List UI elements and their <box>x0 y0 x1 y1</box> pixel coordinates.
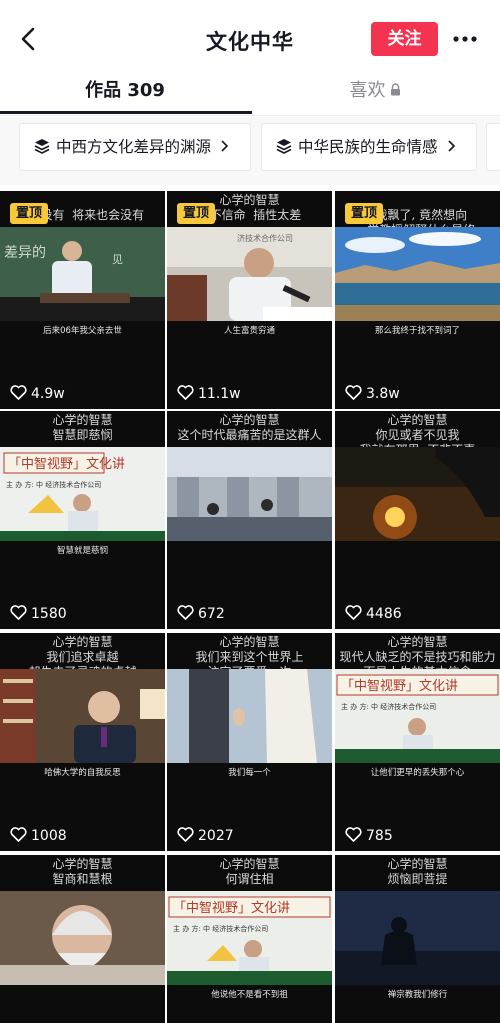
collection-chip[interactable]: 中华民族的生命情感 <box>261 123 477 171</box>
collections-bar: 中西方文化差异的渊源 中华民族的生命情感 <box>0 117 500 185</box>
layers-icon <box>276 139 292 154</box>
video-thumbnail[interactable]: 心学的智慧 这个时代最痛苦的是这群人 672 <box>167 411 332 629</box>
lecture-fan-scene: 「中智视野」文化讲 主 办 方: 中 经济技术合作公司 <box>0 447 165 541</box>
like-count: 1580 <box>10 605 67 622</box>
video-caption: 哈佛大学的自我反思 <box>44 768 121 778</box>
like-count: 2027 <box>177 827 234 844</box>
video-caption: 后来06年我父亲去世 <box>43 326 122 336</box>
heart-icon <box>10 605 27 620</box>
video-overlay-text: 心学的智慧 烦恼即菩提 <box>387 857 448 886</box>
heart-icon <box>177 827 194 842</box>
collection-label: 中华民族的生命情感 <box>298 138 438 156</box>
active-tab-indicator <box>0 111 252 114</box>
like-count: 4.9w <box>10 385 65 402</box>
video-thumbnail[interactable]: ​会没有 将来也会没有 差异的 见 后来06年我父亲去世 置顶 4.9w <box>0 191 165 409</box>
heart-icon <box>177 605 194 620</box>
heart-icon <box>177 385 194 400</box>
tab-likes-label: 喜欢 <box>349 80 386 101</box>
svg-text:「中智视野」文化讲: 「中智视野」文化讲 <box>341 679 458 694</box>
video-thumbnail[interactable]: 心学的智慧 智商和慧根 <box>0 855 165 1023</box>
like-count-value: 1008 <box>31 828 67 844</box>
video-thumbnail[interactable]: 心学的智慧 烦恼即菩提 禅宗教我们修行 <box>335 855 500 1023</box>
video-thumbnail[interactable]: 心学的智慧 现代人缺乏的不是技巧和能力 而是人生的基本信念 「中智视野」文化讲 … <box>335 633 500 851</box>
pinned-badge: 置顶 <box>345 203 383 224</box>
collection-label: 中西方文化差异的渊源 <box>56 138 212 156</box>
video-caption: 禅宗教我们修行 <box>387 990 448 1000</box>
like-count-value: 4.9w <box>31 386 65 402</box>
video-caption: 那么我终于找不到词了 <box>374 326 460 336</box>
lecture-fan-2-scene: 「中智视野」文化讲 主 办 方: 中 经济技术合作公司 <box>167 891 332 985</box>
lecture-microphone-scene: 济技术合作公司 <box>167 227 332 321</box>
video-overlay-text: 心学的智慧 何谓住相 <box>219 857 280 886</box>
svg-text:「中智视野」文化讲: 「中智视野」文化讲 <box>8 457 125 472</box>
video-thumbnail[interactable]: 心学的智慧 智慧即慈悯 「中智视野」文化讲 主 办 方: 中 经济技术合作公司 … <box>0 411 165 629</box>
video-overlay-text: 心学的智慧 这个时代最痛苦的是这群人 <box>177 413 322 442</box>
heart-icon <box>345 605 362 620</box>
svg-text:主 办 方: 中 经济技术合作公司: 主 办 方: 中 经济技术合作公司 <box>6 480 101 489</box>
like-count: 672 <box>177 605 225 622</box>
video-caption: 人生富贵穷通 <box>223 326 275 336</box>
heart-icon <box>345 827 362 842</box>
video-thumbnail[interactable]: 心学的智慧 我们追求卓越 却失去了灵魂的卓越 哈佛大学的自我反思 1008 <box>0 633 165 851</box>
svg-text:见: 见 <box>112 253 123 266</box>
like-count-value: 11.1w <box>198 386 241 402</box>
chevron-right-icon <box>447 140 455 152</box>
video-thumbnail[interactable]: 心学的智慧 何谓住相 「中智视野」文化讲 主 办 方: 中 经济技术合作公司 他… <box>167 855 332 1023</box>
heart-icon <box>10 385 27 400</box>
lake-landscape-scene <box>335 227 500 321</box>
video-overlay-text: 心学的智慧 智慧即慈悯 <box>52 413 113 442</box>
video-caption: 我们每一个 <box>228 768 271 778</box>
video-caption: 智慧就是慈悯 <box>56 546 108 556</box>
more-button[interactable] <box>452 28 478 50</box>
like-count: 1008 <box>10 827 67 844</box>
like-count: 11.1w <box>177 385 241 402</box>
collection-chip[interactable]: 中西方文化差异的渊源 <box>19 123 251 171</box>
video-thumbnail[interactable]: 心学的智慧 我们来到这个世界上 注定了要爱一次 我们每一个 2027 <box>167 633 332 851</box>
office-room-scene <box>167 447 332 541</box>
heart-icon <box>345 385 362 400</box>
tab-likes[interactable]: 喜欢 <box>250 80 500 116</box>
like-count-value: 785 <box>366 828 393 844</box>
elder-portrait-scene <box>0 891 165 985</box>
pinned-badge: 置顶 <box>10 203 48 224</box>
professor-study-scene <box>0 669 165 763</box>
follow-button[interactable]: 关注 <box>371 22 438 56</box>
video-caption: 他说他不是看不到祖 <box>211 990 288 1000</box>
video-overlay-text: 心学的智慧 智商和慧根 <box>52 857 113 886</box>
lecture-banner-scene: 「中智视野」文化讲 主 办 方: 中 经济技术合作公司 <box>335 669 500 763</box>
svg-text:差异的: 差异的 <box>4 245 46 261</box>
sunset-scene <box>335 447 500 541</box>
lecture-chalkboard-scene: 差异的 见 <box>0 227 165 321</box>
lock-icon <box>390 83 400 96</box>
video-grid: ​会没有 将来也会没有 差异的 见 后来06年我父亲去世 置顶 4.9w 心学的… <box>0 191 500 1023</box>
pinned-badge: 置顶 <box>177 203 215 224</box>
svg-text:主 办 方: 中 经济技术合作公司: 主 办 方: 中 经济技术合作公司 <box>341 702 436 711</box>
profile-header: 文化中华 关注 <box>0 0 500 80</box>
video-thumbnail[interactable]: 我飘了, 竟然想向 学教授解释什么是修 那么我终于找不到词了 置顶 3.8w <box>335 191 500 409</box>
like-count-value: 2027 <box>198 828 234 844</box>
collection-chip-partial[interactable] <box>486 123 500 171</box>
chevron-right-icon <box>221 140 229 152</box>
like-count: 4486 <box>345 605 402 622</box>
two-people-scene <box>167 669 332 763</box>
tab-works-label: 作品 309 <box>85 80 165 101</box>
silhouette-dusk-scene <box>335 891 500 985</box>
heart-icon <box>10 827 27 842</box>
svg-text:济技术合作公司: 济技术合作公司 <box>237 233 293 243</box>
like-count-value: 3.8w <box>366 386 400 402</box>
like-count-value: 4486 <box>366 606 402 622</box>
video-thumbnail[interactable]: 心学的智慧 你见或者不见我 我就在那里 不悲不喜 4486 <box>335 411 500 629</box>
like-count: 3.8w <box>345 385 400 402</box>
svg-text:「中智视野」文化讲: 「中智视野」文化讲 <box>173 901 290 916</box>
layers-icon <box>34 139 50 154</box>
video-thumbnail[interactable]: 心学的智慧 上不信命 插性太差 济技术合作公司 人生富贵穷通 置顶 11.1w <box>167 191 332 409</box>
like-count: 785 <box>345 827 393 844</box>
svg-text:主 办 方: 中 经济技术合作公司: 主 办 方: 中 经济技术合作公司 <box>173 924 268 933</box>
video-caption: 让他们更早的丢失那个心 <box>370 768 465 778</box>
like-count-value: 1580 <box>31 606 67 622</box>
more-dots-icon <box>453 36 477 42</box>
like-count-value: 672 <box>198 606 225 622</box>
